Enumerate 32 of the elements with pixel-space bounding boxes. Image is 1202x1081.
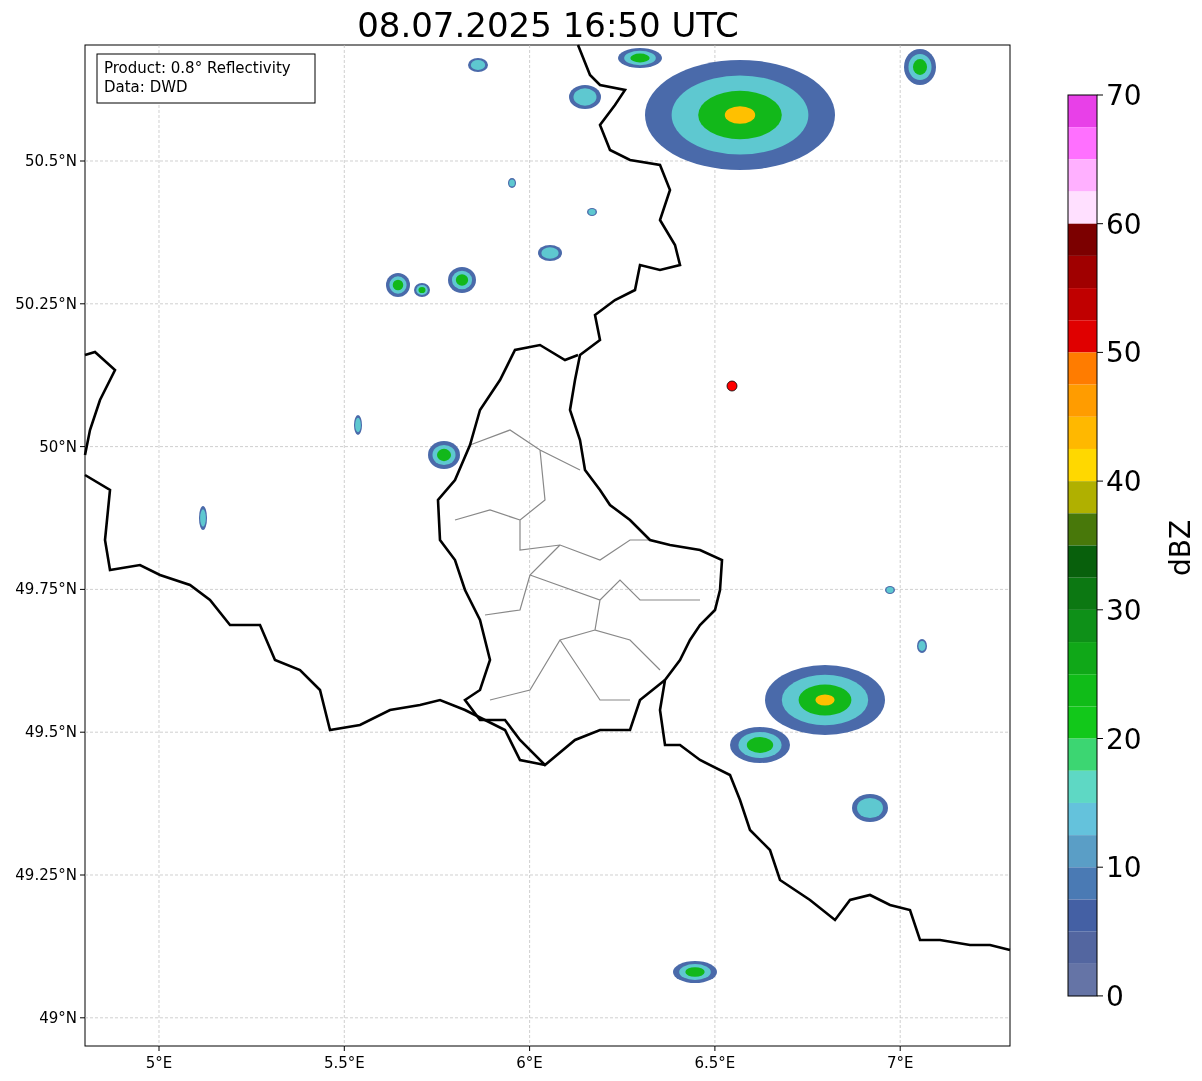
longitude-label: 5°E [145, 1054, 173, 1072]
tick-mark [1096, 995, 1104, 997]
tick-mark [1096, 223, 1104, 225]
latitude-label: 50°N [39, 437, 77, 456]
colorbar-tick-label: 50 [1106, 336, 1142, 370]
colorbar-tick-label: 0 [1106, 979, 1124, 1013]
tick-mark [1096, 94, 1104, 96]
latitude-label: 49.25°N [15, 866, 77, 884]
colorbar-tick-label: 30 [1106, 593, 1142, 627]
colorbar-tick-label: 10 [1106, 851, 1142, 885]
chart-title: 08.07.2025 16:50 UTC [357, 5, 739, 45]
colorbar-tick-label: 70 [1106, 79, 1142, 112]
latitude-label: 49.75°N [15, 580, 77, 599]
longitude-label: 6°E [516, 1054, 543, 1072]
tick-mark [1096, 738, 1104, 739]
latitude-label: 49°N [39, 1008, 77, 1027]
tick-mark [1096, 480, 1104, 482]
colorbar-tick-label: 20 [1106, 722, 1142, 756]
colorbar-tick-label: 40 [1106, 465, 1142, 499]
longitude-label: 6.5°E [694, 1054, 736, 1072]
info-text: Product: 0.8° Reflectivity [104, 59, 291, 77]
longitude-label: 7°E [886, 1054, 914, 1072]
colorbar-tick-label: 60 [1106, 207, 1142, 241]
latitude-label: 50.25°N [15, 294, 77, 313]
tick-mark [1096, 866, 1104, 868]
colorbar-label: dBZ [1164, 519, 1197, 577]
info-text: Data: DWD [104, 78, 188, 96]
latitude-label: 50.5°N [24, 152, 77, 170]
longitude-label: 5.5°E [323, 1054, 365, 1072]
tick-mark [1096, 609, 1104, 611]
tick-mark [1096, 351, 1104, 353]
latitude-label: 49.5°N [24, 723, 77, 742]
